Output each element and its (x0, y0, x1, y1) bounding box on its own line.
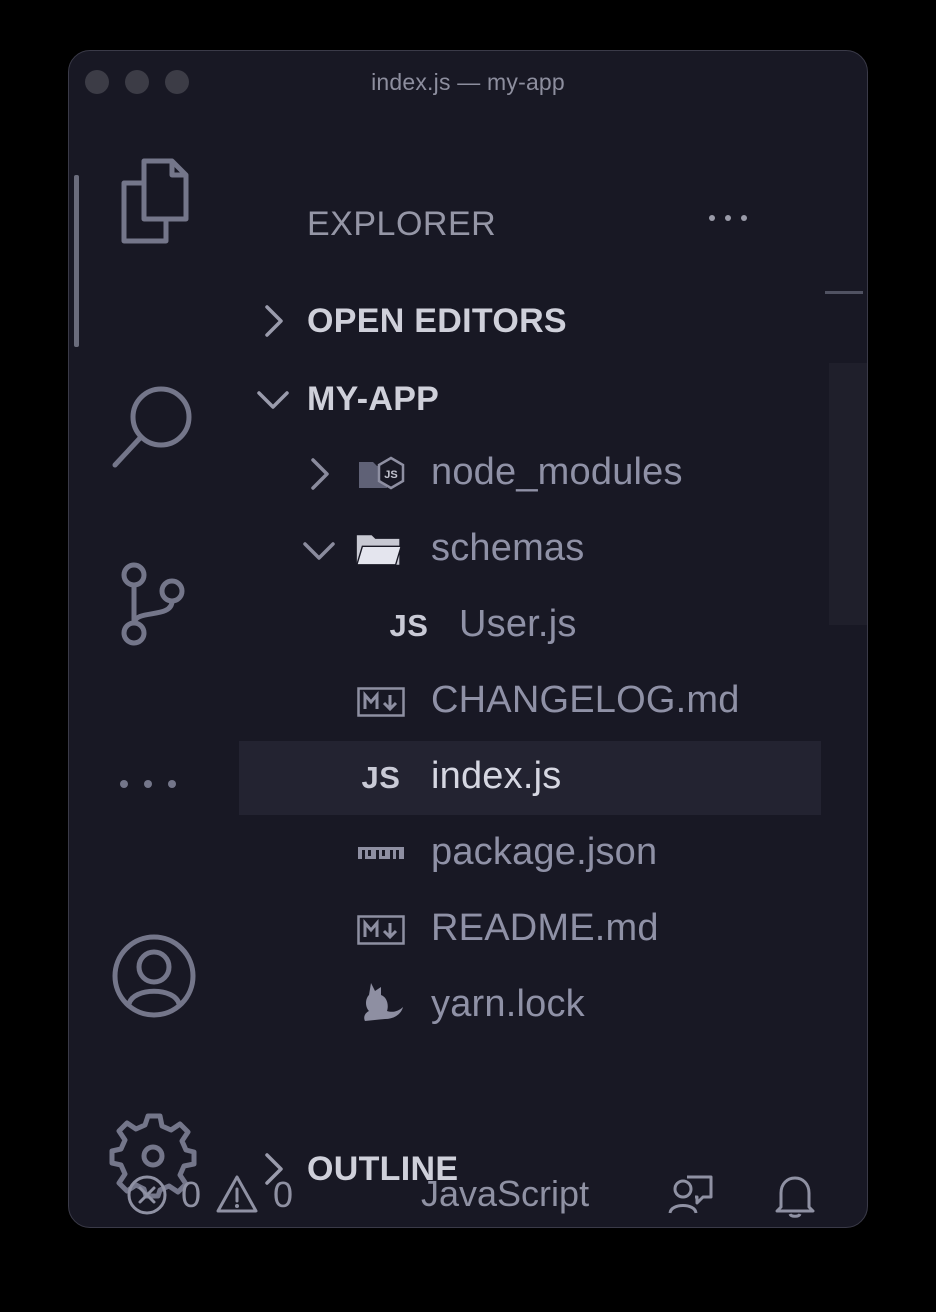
problems-status[interactable]: 0 0 (125, 1173, 293, 1217)
chevron-down-icon (257, 391, 289, 409)
bell-icon (775, 1176, 815, 1218)
folder-open-icon (355, 530, 403, 570)
tree-item-schemas[interactable]: schemas (239, 513, 867, 587)
feedback-icon (668, 1175, 713, 1214)
activity-source-control[interactable] (69, 561, 239, 651)
svg-text:JS: JS (384, 469, 397, 481)
explorer-title: EXPLORER (307, 205, 497, 243)
yarn-file-icon (357, 983, 405, 1026)
error-icon (127, 1175, 167, 1215)
search-icon (112, 386, 192, 468)
npm-file-icon (357, 834, 405, 874)
activity-more[interactable] (69, 777, 239, 791)
window-title: index.js — my-app (371, 69, 565, 95)
account-icon (112, 934, 196, 1018)
status-bar: 0 0 JavaScript (69, 1163, 867, 1227)
tree-item-label: User.js (459, 603, 577, 645)
chevron-right-icon (311, 458, 329, 490)
tree-item-package-json[interactable]: package.json (239, 817, 867, 891)
title-bar: index.js — my-app (69, 51, 867, 113)
js-file-icon: JS (361, 760, 401, 795)
section-my-app[interactable]: MY-APP (239, 369, 867, 429)
tree-item-label: node_modules (431, 451, 683, 493)
notifications-button[interactable] (773, 1173, 817, 1219)
tree-item-index-js[interactable]: JS index.js (239, 741, 821, 815)
activity-bar (69, 113, 239, 1199)
js-file-icon: JS (389, 608, 429, 643)
explorer-sidebar: EXPLORER OPEN EDITORS MY-APP JS node_mod… (239, 113, 867, 1188)
error-count: 0 (181, 1174, 202, 1215)
tree-item-label: index.js (431, 755, 562, 797)
node-folder-icon: JS (357, 454, 405, 494)
ellipsis-icon (120, 780, 176, 788)
editor-window: index.js — my-app EXPLORER OPEN EDITORS … (68, 50, 868, 1228)
tree-item-node-modules[interactable]: JS node_modules (239, 437, 867, 511)
tree-item-readme-md[interactable]: README.md (239, 893, 867, 967)
chevron-down-icon (303, 542, 335, 560)
feedback-button[interactable] (667, 1173, 715, 1219)
source-control-icon (121, 562, 185, 646)
language-mode[interactable]: JavaScript (421, 1173, 589, 1215)
chevron-right-icon (265, 305, 283, 337)
tree-item-label: CHANGELOG.md (431, 679, 740, 721)
markdown-file-icon (357, 682, 405, 722)
section-label: OPEN EDITORS (307, 301, 567, 340)
files-icon (121, 158, 189, 244)
activity-accounts[interactable] (69, 931, 239, 1021)
markdown-file-icon (357, 910, 405, 950)
section-label: MY-APP (307, 379, 440, 418)
warning-count: 0 (273, 1174, 294, 1215)
tree-item-user-js[interactable]: JS User.js (239, 589, 867, 663)
tree-item-label: yarn.lock (431, 983, 585, 1025)
tree-item-changelog-md[interactable]: CHANGELOG.md (239, 665, 867, 739)
activity-search[interactable] (69, 383, 239, 473)
activity-explorer[interactable] (69, 155, 239, 245)
tree-item-label: schemas (431, 527, 585, 569)
tree-item-label: README.md (431, 907, 659, 949)
tree-item-label: package.json (431, 831, 658, 873)
tree-item-yarn-lock[interactable]: yarn.lock (239, 969, 867, 1043)
explorer-more-actions-icon[interactable] (709, 215, 747, 221)
warning-icon (216, 1175, 258, 1213)
section-open-editors[interactable]: OPEN EDITORS (239, 291, 867, 351)
